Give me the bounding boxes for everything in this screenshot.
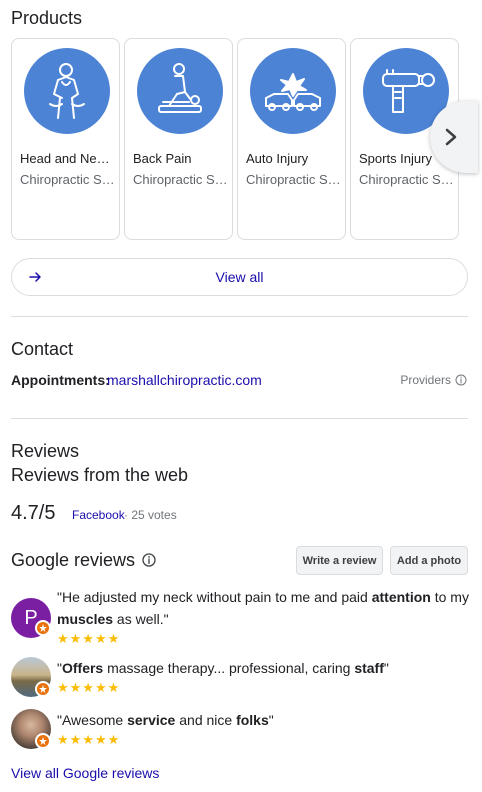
product-card[interactable]: Auto Injury Chiropractic Services xyxy=(237,38,346,240)
google-reviews-heading: Google reviews xyxy=(11,550,136,570)
reviews-from-web-heading: Reviews from the web xyxy=(11,465,189,485)
contact-heading: Contact xyxy=(11,339,74,359)
auto-injury-icon xyxy=(250,48,336,134)
rating-votes: · 25 votes xyxy=(124,508,177,522)
product-category: Chiropractic Services xyxy=(246,172,342,187)
add-photo-button[interactable]: Add a photo xyxy=(390,546,468,575)
appointments-label: Appointments: xyxy=(11,372,110,388)
product-category: Chiropractic Services xyxy=(20,172,116,187)
product-card[interactable]: Head and Neck Pain Chiropractic Services xyxy=(11,38,120,240)
divider xyxy=(11,418,468,419)
info-icon xyxy=(455,374,467,386)
providers-link[interactable]: Providers xyxy=(400,373,467,387)
reviews-heading: Reviews xyxy=(11,441,80,461)
rating-source-link[interactable]: Facebook xyxy=(72,508,125,522)
star-rating: ★★★★★ xyxy=(57,631,121,646)
back-pain-icon xyxy=(137,48,223,134)
product-name: Head and Neck Pain xyxy=(20,151,116,166)
review-item: "Awesome service and nice folks" ★★★★★ xyxy=(11,709,471,751)
review-text: "Awesome service and nice folks" xyxy=(57,712,274,728)
products-heading: Products xyxy=(11,8,83,28)
review-item: "Offers massage therapy... professional,… xyxy=(11,657,471,699)
product-card[interactable]: Back Pain Chiropractic Services xyxy=(124,38,233,240)
review-text: "He adjusted my neck without pain to me … xyxy=(57,589,469,627)
appointments-link[interactable]: marshallchiropractic.com xyxy=(107,372,262,388)
product-name: Auto Injury xyxy=(246,151,309,166)
view-all-products-button[interactable]: View all xyxy=(11,258,468,296)
neck-pain-icon xyxy=(24,48,110,134)
review-item: P "He adjusted my neck without pain to m… xyxy=(11,586,471,646)
product-category: Chiropractic Services xyxy=(133,172,229,187)
chevron-right-icon xyxy=(445,128,457,146)
product-category: Chiropractic Services xyxy=(359,172,455,187)
products-carousel: Head and Neck Pain Chiropractic Services… xyxy=(11,38,471,240)
local-guide-badge-icon xyxy=(35,620,51,636)
review-text: "Offers massage therapy... professional,… xyxy=(57,660,389,676)
info-icon[interactable] xyxy=(142,553,156,567)
web-rating: 4.7/5 xyxy=(11,502,56,524)
providers-label: Providers xyxy=(400,373,451,387)
local-guide-badge-icon xyxy=(35,733,51,749)
star-rating: ★★★★★ xyxy=(57,732,121,747)
write-review-button[interactable]: Write a review xyxy=(296,546,383,575)
view-all-label: View all xyxy=(215,269,264,285)
view-all-google-reviews-link[interactable]: View all Google reviews xyxy=(11,765,159,781)
star-rating: ★★★★★ xyxy=(57,680,121,695)
divider xyxy=(11,316,468,317)
product-name: Back Pain xyxy=(133,151,192,166)
local-guide-badge-icon xyxy=(35,681,51,697)
